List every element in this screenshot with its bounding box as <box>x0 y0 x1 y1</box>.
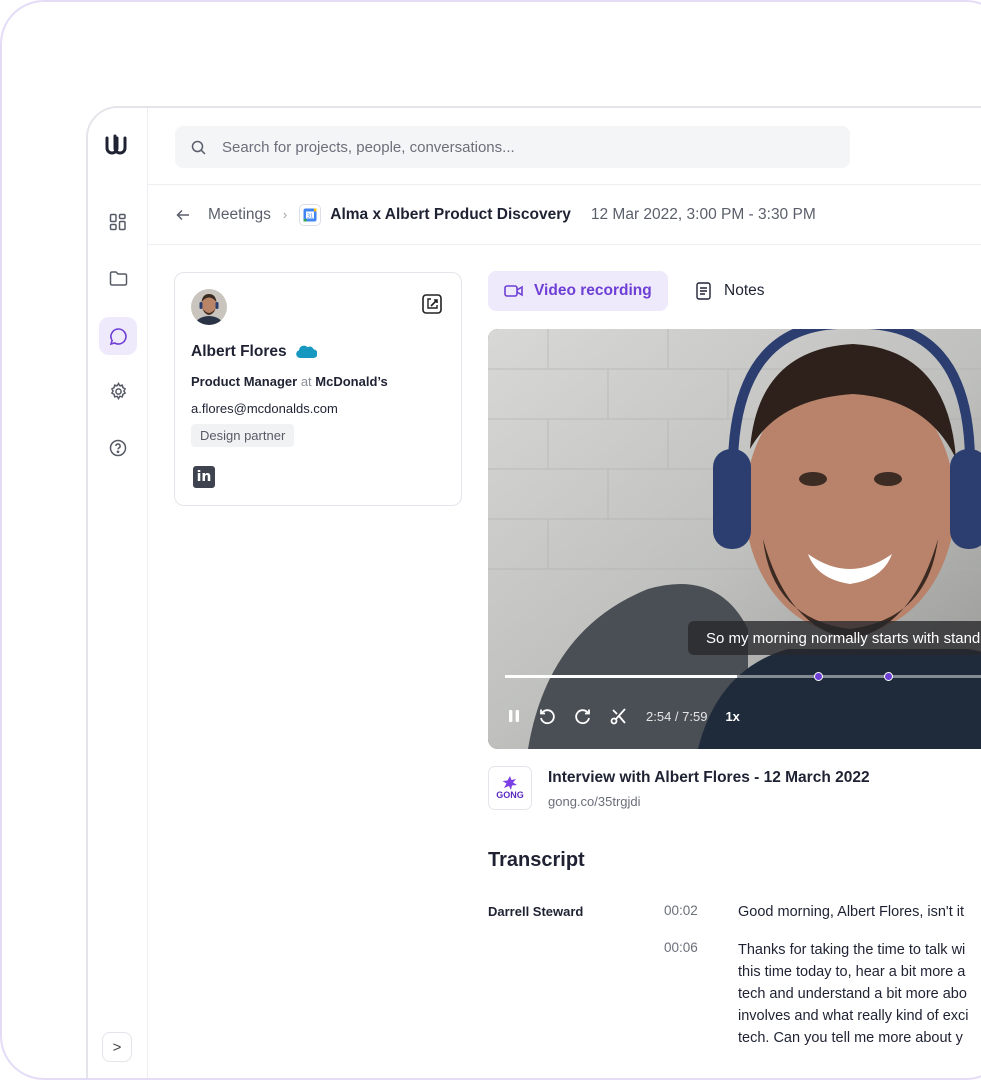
open-external-button[interactable] <box>419 291 445 317</box>
chevron-right-icon: › <box>282 207 288 222</box>
sidebar-item-conversations[interactable] <box>99 317 137 355</box>
chapter-marker[interactable] <box>813 672 823 681</box>
progress-fill <box>505 675 738 678</box>
video-camera-icon <box>504 284 524 298</box>
contact-company: McDonald’s <box>315 374 388 389</box>
contact-email[interactable]: a.flores@mcdonalds.com <box>191 401 338 416</box>
transcript-line: tech. Can you tell me more about y <box>738 1030 963 1046</box>
transcript-line: involves and what really kind of exci <box>738 1008 969 1024</box>
transcript-line: tech and understand a bit more abo <box>738 986 967 1002</box>
breadcrumb-meetings[interactable]: Meetings <box>208 206 271 224</box>
contact-name: Albert Flores <box>191 343 287 360</box>
document-icon <box>696 282 711 300</box>
gong-wordmark: GONG <box>496 790 524 800</box>
transcript-timestamp[interactable]: 00:02 <box>664 903 698 918</box>
breadcrumb: Meetings › 31 Alma x Albert Product Disc… <box>148 185 981 245</box>
clip-icon[interactable] <box>610 707 628 725</box>
pause-icon[interactable] <box>508 709 520 723</box>
meeting-datetime: 12 Mar 2022, 3:00 PM - 3:30 PM <box>590 205 816 223</box>
playback-time: 2:54 / 7:59 <box>646 708 708 724</box>
arrow-left-icon[interactable] <box>176 209 190 221</box>
app-window: > Search for projects, people, conversat… <box>86 106 981 1078</box>
sidebar: > <box>88 108 148 1078</box>
gong-burst-icon <box>502 776 517 790</box>
search-bar[interactable]: Search for projects, people, conversatio… <box>175 126 850 168</box>
video-player[interactable]: So my morning normally starts with stand… <box>488 329 981 749</box>
transcript-text: Thanks for taking the time to talk wi th… <box>738 939 981 1049</box>
transcript-line: this time today to, hear a bit more a <box>738 964 966 980</box>
search-icon <box>191 140 206 155</box>
transcript-text: Good morning, Albert Flores, isn't it <box>738 901 981 923</box>
rewind-icon[interactable] <box>538 707 556 725</box>
recording-link[interactable]: gong.co/35trgjdi <box>548 794 641 809</box>
contact-tag: Design partner <box>191 424 295 447</box>
device-frame: > Search for projects, people, conversat… <box>0 0 981 1080</box>
transcript-line: Good morning, Albert Flores, isn't it <box>738 904 965 920</box>
salesforce-icon[interactable] <box>295 345 317 359</box>
avatar <box>191 289 227 325</box>
top-bar: Search for projects, people, conversatio… <box>148 108 981 185</box>
video-frame <box>488 329 981 749</box>
contact-at: at <box>300 374 312 389</box>
transcript-heading: Transcript <box>488 849 585 871</box>
contact-name-row: Albert Flores <box>191 343 317 361</box>
transcript-speaker: Darrell Steward <box>488 904 584 919</box>
transcript-line: Thanks for taking the time to talk wi <box>738 942 966 958</box>
folder-icon <box>109 270 128 287</box>
tab-video-recording[interactable]: Video recording <box>488 271 668 311</box>
sidebar-item-projects[interactable] <box>99 259 137 297</box>
sidebar-item-settings[interactable] <box>99 372 137 410</box>
meeting-title: Alma x Albert Product Discovery <box>330 205 571 223</box>
contact-role: Product Manager at McDonald’s <box>191 374 388 389</box>
transcript-timestamp[interactable]: 00:06 <box>664 940 698 955</box>
linkedin-icon[interactable]: in <box>193 466 215 488</box>
gear-icon <box>109 381 128 401</box>
contact-card: Albert Flores Product Manager at McDonal… <box>174 272 462 506</box>
tab-notes-label: Notes <box>724 282 765 299</box>
svg-text:31: 31 <box>307 213 313 219</box>
playback-speed-button[interactable]: 1x <box>725 709 739 724</box>
tab-video-label: Video recording <box>534 282 652 299</box>
calendar-icon: 31 <box>299 203 322 226</box>
app-logo <box>100 130 132 162</box>
search-input[interactable]: Search for projects, people, conversatio… <box>222 139 515 156</box>
chevron-right-icon: > <box>112 1038 122 1056</box>
contact-title: Product Manager <box>191 374 298 389</box>
sidebar-item-help[interactable] <box>99 429 137 467</box>
help-icon <box>109 439 127 457</box>
forward-icon[interactable] <box>574 707 592 725</box>
recording-title[interactable]: Interview with Albert Flores - 12 March … <box>548 769 870 787</box>
progress-bar[interactable] <box>505 672 981 681</box>
sidebar-item-dashboard[interactable] <box>99 203 137 241</box>
chat-icon <box>109 327 128 346</box>
tab-notes[interactable]: Notes <box>696 271 765 311</box>
video-caption: So my morning normally starts with stand <box>688 621 981 655</box>
chapter-marker[interactable] <box>883 672 893 681</box>
sidebar-expand-button[interactable]: > <box>102 1032 132 1062</box>
external-link-icon <box>419 291 445 317</box>
gong-logo: GONG <box>488 766 532 810</box>
grid-icon <box>109 213 127 231</box>
player-controls: 2:54 / 7:59 1x <box>508 707 740 725</box>
